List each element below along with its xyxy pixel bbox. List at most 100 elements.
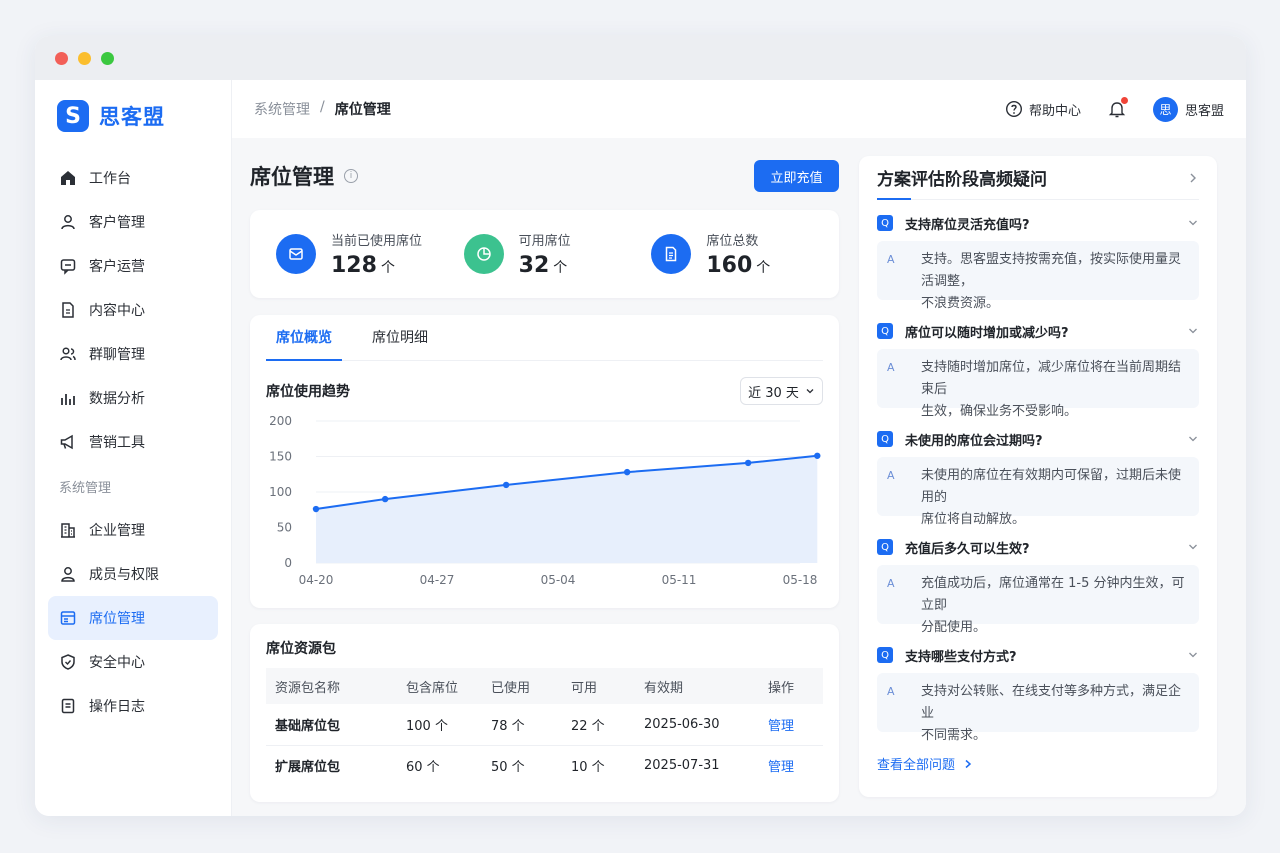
sidebar-item-enterprise[interactable]: 企业管理 xyxy=(48,508,218,552)
answer-tag: A xyxy=(887,361,895,374)
tab-bar: 席位概览 席位明细 xyxy=(266,315,823,361)
x-tick-label: 05-04 xyxy=(541,573,576,587)
resource-title: 席位资源包 xyxy=(266,641,336,657)
user-icon xyxy=(61,215,75,230)
manage-link[interactable]: 管理 xyxy=(768,704,823,746)
breadcrumb-current: 席位管理 xyxy=(334,102,391,118)
stat-unit: 个 xyxy=(380,260,395,276)
sidebar-item-label: 内容中心 xyxy=(89,303,145,319)
answer-line: 支持对公转账、在线支付等多种方式，满足企业 xyxy=(921,684,1182,721)
file-icon xyxy=(651,234,692,274)
table-cell: 100 个 xyxy=(406,704,491,746)
log-icon xyxy=(61,698,75,714)
sidebar-item-label: 客户管理 xyxy=(89,215,145,231)
sidebar-item-security[interactable]: 安全中心 xyxy=(48,640,218,684)
table-header-row: 资源包名称 包含席位 已使用 可用 有效期 操作 xyxy=(266,668,823,704)
table-cell: 22 个 xyxy=(571,704,644,746)
sidebar-item-label: 群聊管理 xyxy=(89,347,145,363)
question-tag: Q xyxy=(877,431,893,447)
maximize-window-button[interactable] xyxy=(101,51,114,65)
faq-item: Q 支持席位灵活充值吗? A 支持。思客盟支持按需充值，按实际使用量灵活调整， 不浪费资… xyxy=(877,200,1199,311)
info-icon[interactable]: i xyxy=(344,169,358,183)
answer-line: 支持。思客盟支持按需充值，按实际使用量灵活调整， xyxy=(921,252,1182,289)
question-text: 席位可以随时增加或减少吗? xyxy=(905,325,1069,341)
faq-question[interactable]: Q 未使用的席位会过期吗? xyxy=(877,429,1199,449)
answer-line: 支持随时增加席位，减少席位将在当前周期结束后 xyxy=(921,360,1182,397)
page-title-text: 席位管理 xyxy=(250,165,334,189)
chart-title: 席位使用趋势 xyxy=(266,384,350,400)
recharge-button[interactable]: 立即充值 xyxy=(754,160,839,192)
sidebar-item-label: 成员与权限 xyxy=(89,567,159,583)
x-tick-label: 04-27 xyxy=(420,573,455,587)
faq-question[interactable]: Q 支持哪些支付方式? xyxy=(877,645,1199,665)
question-text: 支持哪些支付方式? xyxy=(905,649,1017,665)
logo-mark: S xyxy=(57,100,89,132)
column-header: 可用 xyxy=(571,680,598,696)
main-area: 系统管理 / 席位管理 帮助中心 思 思客盟 席位管理 i 立即充值 当前已使用… xyxy=(232,80,1246,816)
chevron-down-icon xyxy=(1189,652,1197,658)
sidebar-item-marketing[interactable]: 营销工具 xyxy=(48,420,218,464)
faq-question[interactable]: Q 席位可以随时增加或减少吗? xyxy=(877,321,1199,341)
notification-badge xyxy=(1120,97,1128,104)
brand-logo[interactable]: S 思客盟 xyxy=(35,94,231,138)
sidebar-item-operations[interactable]: 客户运营 xyxy=(48,244,218,288)
y-tick-label: 0 xyxy=(284,556,292,570)
faq-question[interactable]: Q 充值后多久可以生效? xyxy=(877,537,1199,557)
sidebar-item-customers[interactable]: 客户管理 xyxy=(48,200,218,244)
chevron-right-icon xyxy=(965,759,972,768)
sidebar: S 思客盟 工作台 客户管理 客户运营 内容中心 群聊管理 数据分析 营销工具 … xyxy=(35,80,232,816)
manage-link[interactable]: 管理 xyxy=(768,745,823,786)
chevron-down-icon xyxy=(806,389,814,394)
faq-question[interactable]: Q 支持席位灵活充值吗? xyxy=(877,213,1199,233)
table-row: 基础席位包 100 个 78 个 22 个 2025-06-30 管理 xyxy=(266,704,823,746)
range-select[interactable]: 近 30 天 xyxy=(740,377,823,405)
faq-answer: A 支持。思客盟支持按需充值，按实际使用量灵活调整， 不浪费资源。 xyxy=(877,241,1199,311)
sidebar-item-content[interactable]: 内容中心 xyxy=(48,288,218,332)
user-menu[interactable]: 思 思客盟 xyxy=(1152,96,1224,122)
stat-value: 32 xyxy=(518,253,550,278)
sidebar-item-label: 席位管理 xyxy=(89,611,145,627)
stat-value: 160 xyxy=(706,253,753,278)
answer-line: 充值成功后，席位通常在 1-5 分钟内生效，可立即 xyxy=(921,576,1185,613)
table-cell: 扩展席位包 xyxy=(275,760,341,776)
help-center-link[interactable]: 帮助中心 xyxy=(1005,100,1081,119)
faq-answer: A 充值成功后，席位通常在 1-5 分钟内生效，可立即 分配使用。 xyxy=(877,565,1199,635)
mail-icon xyxy=(276,234,316,274)
answer-line: 分配使用。 xyxy=(921,620,987,635)
range-select-value: 近 30 天 xyxy=(748,385,799,401)
minimize-window-button[interactable] xyxy=(78,51,91,65)
table-cell: 50 个 xyxy=(491,760,525,776)
faq-header[interactable]: 方案评估阶段高频疑问 xyxy=(877,156,1199,200)
stat-unit: 个 xyxy=(553,260,568,276)
stat-label: 席位总数 xyxy=(706,234,759,249)
sidebar-item-label: 数据分析 xyxy=(89,391,145,407)
sidebar-item-groups[interactable]: 群聊管理 xyxy=(48,332,218,376)
column-header: 资源包名称 xyxy=(275,680,341,696)
sidebar-item-workbench[interactable]: 工作台 xyxy=(48,156,218,200)
answer-tag: A xyxy=(887,685,895,698)
sidebar-item-members[interactable]: 成员与权限 xyxy=(48,552,218,596)
chevron-down-icon xyxy=(1189,328,1197,334)
question-text: 支持席位灵活充值吗? xyxy=(905,217,1030,233)
tab-overview[interactable]: 席位概览 xyxy=(266,314,342,361)
view-all-questions-link[interactable]: 查看全部问题 xyxy=(877,754,1199,773)
sidebar-item-label: 操作日志 xyxy=(89,699,145,715)
data-point xyxy=(312,505,320,513)
help-icon xyxy=(1005,100,1022,118)
notification-button[interactable] xyxy=(1107,97,1128,119)
sidebar-item-logs[interactable]: 操作日志 xyxy=(48,684,218,728)
member-icon xyxy=(61,567,75,582)
sidebar-item-analytics[interactable]: 数据分析 xyxy=(48,376,218,420)
question-tag: Q xyxy=(877,647,893,663)
sidebar-item-seats[interactable]: 席位管理 xyxy=(48,596,218,640)
view-all-label: 查看全部问题 xyxy=(877,758,956,773)
chat-icon xyxy=(60,259,76,275)
breadcrumb-system[interactable]: 系统管理 xyxy=(254,99,310,119)
stat-label: 当前已使用席位 xyxy=(331,234,423,249)
x-tick-label: 04-20 xyxy=(299,573,334,587)
sidebar-item-label: 企业管理 xyxy=(89,523,145,539)
close-window-button[interactable] xyxy=(55,51,68,65)
tab-details[interactable]: 席位明细 xyxy=(372,314,428,360)
document-icon xyxy=(62,302,74,318)
chevron-down-icon xyxy=(1189,544,1197,550)
